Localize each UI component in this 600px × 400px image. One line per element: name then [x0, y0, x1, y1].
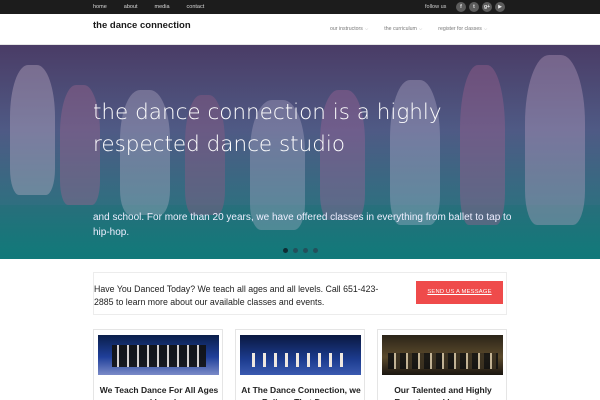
main-nav: our instructors ⌵ the curriculum ⌵ registe…	[330, 14, 487, 44]
send-message-button[interactable]: SEND US A MESSAGE	[416, 281, 503, 304]
facebook-icon[interactable]: f	[456, 2, 466, 12]
card-title: At The Dance Connection, we Believe That…	[241, 385, 361, 400]
nav-label: our instructors	[330, 26, 363, 32]
slider-pagination	[283, 248, 318, 253]
top-nav: home about media contact	[93, 0, 204, 14]
youtube-icon[interactable]: ▶	[495, 2, 505, 12]
nav-the-curriculum[interactable]: the curriculum ⌵	[384, 14, 422, 44]
hero-slider: the dance connection is a highly respect…	[0, 45, 600, 259]
chevron-down-icon: ⌵	[418, 26, 423, 31]
nav-label: register for classes	[438, 26, 482, 32]
slider-dot[interactable]	[313, 248, 318, 253]
top-nav-about[interactable]: about	[124, 0, 138, 14]
card-title: We Teach Dance For All Ages and Levels	[99, 385, 219, 400]
top-nav-contact[interactable]: contact	[187, 0, 205, 14]
card-title: Our Talented and Highly Experienced Inst…	[394, 385, 492, 400]
nav-label: the curriculum	[384, 26, 417, 32]
slider-dot[interactable]	[283, 248, 288, 253]
feature-card[interactable]: Our Talented and Highly Experienced Inst…	[377, 329, 507, 400]
top-nav-media[interactable]: media	[155, 0, 170, 14]
site-logo[interactable]: the dance connection	[93, 20, 191, 31]
card-image	[382, 335, 503, 375]
chevron-down-icon: ⌵	[483, 26, 488, 31]
top-nav-home[interactable]: home	[93, 0, 107, 14]
card-image	[98, 335, 219, 375]
follow-us-label: follow us	[425, 4, 447, 10]
nav-our-instructors[interactable]: our instructors ⌵	[330, 14, 368, 44]
google-plus-icon[interactable]: g+	[482, 2, 492, 12]
hero-subtitle: and school. For more than 20 years, we h…	[93, 212, 512, 238]
social-links: f t g+ ▶	[456, 2, 505, 12]
cta-text: Have You Danced Today? We teach all ages…	[94, 284, 379, 307]
site-header: the dance connection our instructors ⌵ th…	[0, 14, 600, 45]
twitter-icon[interactable]: t	[469, 2, 479, 12]
slider-dot[interactable]	[293, 248, 298, 253]
nav-register-for-classes[interactable]: register for classes ⌵	[438, 14, 487, 44]
top-bar: home about media contact follow us f t g…	[0, 0, 600, 14]
slider-dot[interactable]	[303, 248, 308, 253]
hero-title: the dance connection is a highly respect…	[93, 100, 442, 157]
feature-card[interactable]: At The Dance Connection, we Believe That…	[235, 329, 365, 400]
chevron-down-icon: ⌵	[364, 26, 369, 31]
card-image	[240, 335, 361, 375]
feature-card[interactable]: We Teach Dance For All Ages and Levels	[93, 329, 223, 400]
